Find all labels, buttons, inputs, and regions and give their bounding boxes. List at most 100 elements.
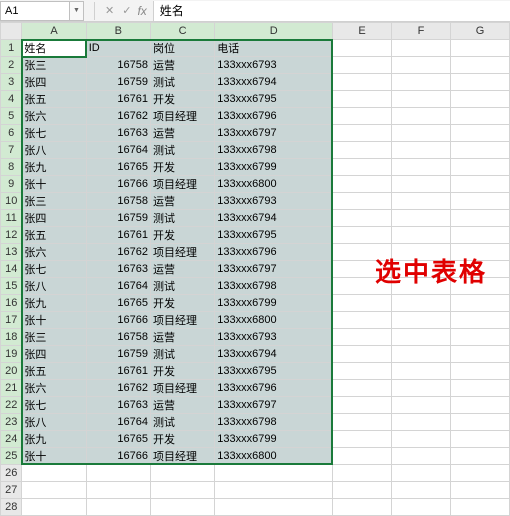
col-header-C[interactable]: C — [150, 23, 214, 40]
cell-A6[interactable]: 张七 — [22, 125, 86, 142]
cell-A3[interactable]: 张四 — [22, 74, 86, 91]
cell-C6[interactable]: 运营 — [150, 125, 214, 142]
cell-D12[interactable]: 133xxx6795 — [215, 227, 333, 244]
cell-G[interactable] — [450, 414, 509, 431]
row-header-15[interactable]: 15 — [1, 278, 22, 295]
row-header-23[interactable]: 23 — [1, 414, 22, 431]
row-header-19[interactable]: 19 — [1, 346, 22, 363]
row-header-11[interactable]: 11 — [1, 210, 22, 227]
cell-E[interactable] — [333, 295, 392, 312]
cell-A14[interactable]: 张七 — [22, 261, 86, 278]
row-header-12[interactable]: 12 — [1, 227, 22, 244]
cell-G[interactable] — [450, 363, 509, 380]
cell-A17[interactable]: 张十 — [22, 312, 86, 329]
cell-B24[interactable]: 16765 — [86, 431, 150, 448]
cell-F[interactable] — [392, 74, 451, 91]
cell-C21[interactable]: 项目经理 — [150, 380, 214, 397]
cell-A22[interactable]: 张七 — [22, 397, 86, 414]
cell-E[interactable] — [333, 380, 392, 397]
cell-F[interactable] — [392, 210, 451, 227]
row-header-27[interactable]: 27 — [1, 482, 22, 499]
cell-A16[interactable]: 张九 — [22, 295, 86, 312]
cell-B26[interactable] — [86, 465, 150, 482]
cell-B15[interactable]: 16764 — [86, 278, 150, 295]
cell-D3[interactable]: 133xxx6794 — [215, 74, 333, 91]
cell-A15[interactable]: 张八 — [22, 278, 86, 295]
cell-A8[interactable]: 张九 — [22, 159, 86, 176]
cell-C16[interactable]: 开发 — [150, 295, 214, 312]
row-header-24[interactable]: 24 — [1, 431, 22, 448]
cell-A28[interactable] — [22, 499, 86, 516]
cell-C12[interactable]: 开发 — [150, 227, 214, 244]
cell-C19[interactable]: 测试 — [150, 346, 214, 363]
cell-C14[interactable]: 运营 — [150, 261, 214, 278]
cell-C3[interactable]: 测试 — [150, 74, 214, 91]
cell-C10[interactable]: 运营 — [150, 193, 214, 210]
row-header-20[interactable]: 20 — [1, 363, 22, 380]
cell-B10[interactable]: 16758 — [86, 193, 150, 210]
cell-F[interactable] — [392, 414, 451, 431]
cell-E[interactable] — [333, 448, 392, 465]
cell-E[interactable] — [333, 312, 392, 329]
formula-input[interactable] — [153, 1, 510, 21]
cell-F28[interactable] — [392, 499, 451, 516]
cell-G26[interactable] — [450, 465, 509, 482]
cell-B7[interactable]: 16764 — [86, 142, 150, 159]
cell-B23[interactable]: 16764 — [86, 414, 150, 431]
cell-C26[interactable] — [150, 465, 214, 482]
cell-A18[interactable]: 张三 — [22, 329, 86, 346]
col-header-G[interactable]: G — [450, 23, 509, 40]
cell-G27[interactable] — [450, 482, 509, 499]
cell-C7[interactable]: 测试 — [150, 142, 214, 159]
cell-E28[interactable] — [333, 499, 392, 516]
cell-G[interactable] — [450, 448, 509, 465]
cell-D24[interactable]: 133xxx6799 — [215, 431, 333, 448]
row-header-21[interactable]: 21 — [1, 380, 22, 397]
cell-D18[interactable]: 133xxx6793 — [215, 329, 333, 346]
cell-A25[interactable]: 张十 — [22, 448, 86, 465]
cell-G[interactable] — [450, 74, 509, 91]
cell-F[interactable] — [392, 363, 451, 380]
cell-G[interactable] — [450, 193, 509, 210]
cell-B22[interactable]: 16763 — [86, 397, 150, 414]
cell-D17[interactable]: 133xxx6800 — [215, 312, 333, 329]
cell-D4[interactable]: 133xxx6795 — [215, 91, 333, 108]
row-header-16[interactable]: 16 — [1, 295, 22, 312]
cell-B1[interactable]: ID — [86, 40, 150, 57]
cell-A27[interactable] — [22, 482, 86, 499]
cell-F[interactable] — [392, 91, 451, 108]
cell-D27[interactable] — [215, 482, 333, 499]
row-header-6[interactable]: 6 — [1, 125, 22, 142]
cell-F[interactable] — [392, 329, 451, 346]
cell-E27[interactable] — [333, 482, 392, 499]
cell-G[interactable] — [450, 431, 509, 448]
cell-C9[interactable]: 项目经理 — [150, 176, 214, 193]
cell-F[interactable] — [392, 125, 451, 142]
cell-A26[interactable] — [22, 465, 86, 482]
cell-C13[interactable]: 项目经理 — [150, 244, 214, 261]
cell-C25[interactable]: 项目经理 — [150, 448, 214, 465]
cell-B21[interactable]: 16762 — [86, 380, 150, 397]
cell-F[interactable] — [392, 176, 451, 193]
cell-D2[interactable]: 133xxx6793 — [215, 57, 333, 74]
cell-E[interactable] — [333, 414, 392, 431]
cell-E[interactable] — [333, 176, 392, 193]
cell-D23[interactable]: 133xxx6798 — [215, 414, 333, 431]
cell-D11[interactable]: 133xxx6794 — [215, 210, 333, 227]
cell-G[interactable] — [450, 312, 509, 329]
cell-C20[interactable]: 开发 — [150, 363, 214, 380]
cell-B8[interactable]: 16765 — [86, 159, 150, 176]
cell-D22[interactable]: 133xxx6797 — [215, 397, 333, 414]
cell-B19[interactable]: 16759 — [86, 346, 150, 363]
cell-D9[interactable]: 133xxx6800 — [215, 176, 333, 193]
cell-E[interactable] — [333, 40, 392, 57]
cell-A21[interactable]: 张六 — [22, 380, 86, 397]
cell-D5[interactable]: 133xxx6796 — [215, 108, 333, 125]
cell-B18[interactable]: 16758 — [86, 329, 150, 346]
cell-D14[interactable]: 133xxx6797 — [215, 261, 333, 278]
cell-B11[interactable]: 16759 — [86, 210, 150, 227]
col-header-D[interactable]: D — [215, 23, 333, 40]
cell-C27[interactable] — [150, 482, 214, 499]
cell-D20[interactable]: 133xxx6795 — [215, 363, 333, 380]
row-header-7[interactable]: 7 — [1, 142, 22, 159]
